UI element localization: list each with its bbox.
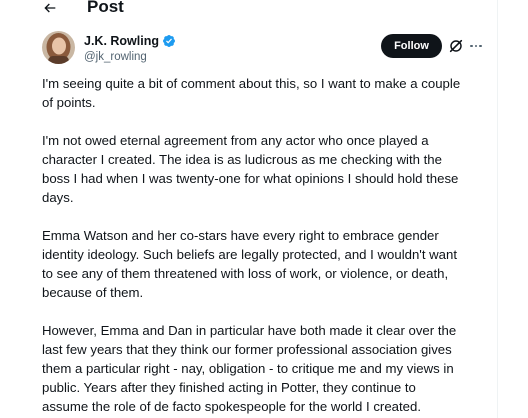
grok-icon[interactable] bbox=[448, 38, 464, 54]
verified-badge-icon bbox=[163, 35, 175, 47]
author-name[interactable]: J.K. Rowling bbox=[84, 33, 159, 49]
post-paragraph: However, Emma and Dan in particular have… bbox=[42, 323, 457, 414]
post-paragraph: I'm not owed eternal agreement from any … bbox=[42, 133, 459, 205]
more-horizontal-icon bbox=[470, 44, 473, 48]
post-paragraph: I'm seeing quite a bit of comment about … bbox=[42, 76, 461, 110]
follow-button[interactable]: Follow bbox=[381, 34, 442, 58]
more-dot bbox=[479, 44, 482, 48]
author-name-wrap[interactable]: J.K. Rowling bbox=[84, 33, 176, 49]
avatar[interactable] bbox=[42, 31, 75, 64]
author-handle[interactable]: @jk_rowling bbox=[84, 50, 147, 64]
more-dot bbox=[474, 44, 478, 48]
page-title: Post bbox=[87, 0, 124, 16]
arrow-left-icon bbox=[44, 3, 56, 13]
avatar-image bbox=[42, 31, 75, 64]
more-options-button[interactable] bbox=[468, 38, 484, 54]
post-author-row: J.K. Rowling @jk_rowling Follow bbox=[42, 31, 492, 71]
post-text: I'm seeing quite a bit of comment about … bbox=[42, 74, 497, 418]
back-button[interactable] bbox=[36, 0, 64, 22]
post-paragraph: Emma Watson and her co-stars have every … bbox=[42, 228, 457, 300]
top-bar: Post bbox=[0, 0, 497, 18]
post-page: Post J.K. Rowling @jk_rowling Follow I'm… bbox=[0, 0, 498, 418]
